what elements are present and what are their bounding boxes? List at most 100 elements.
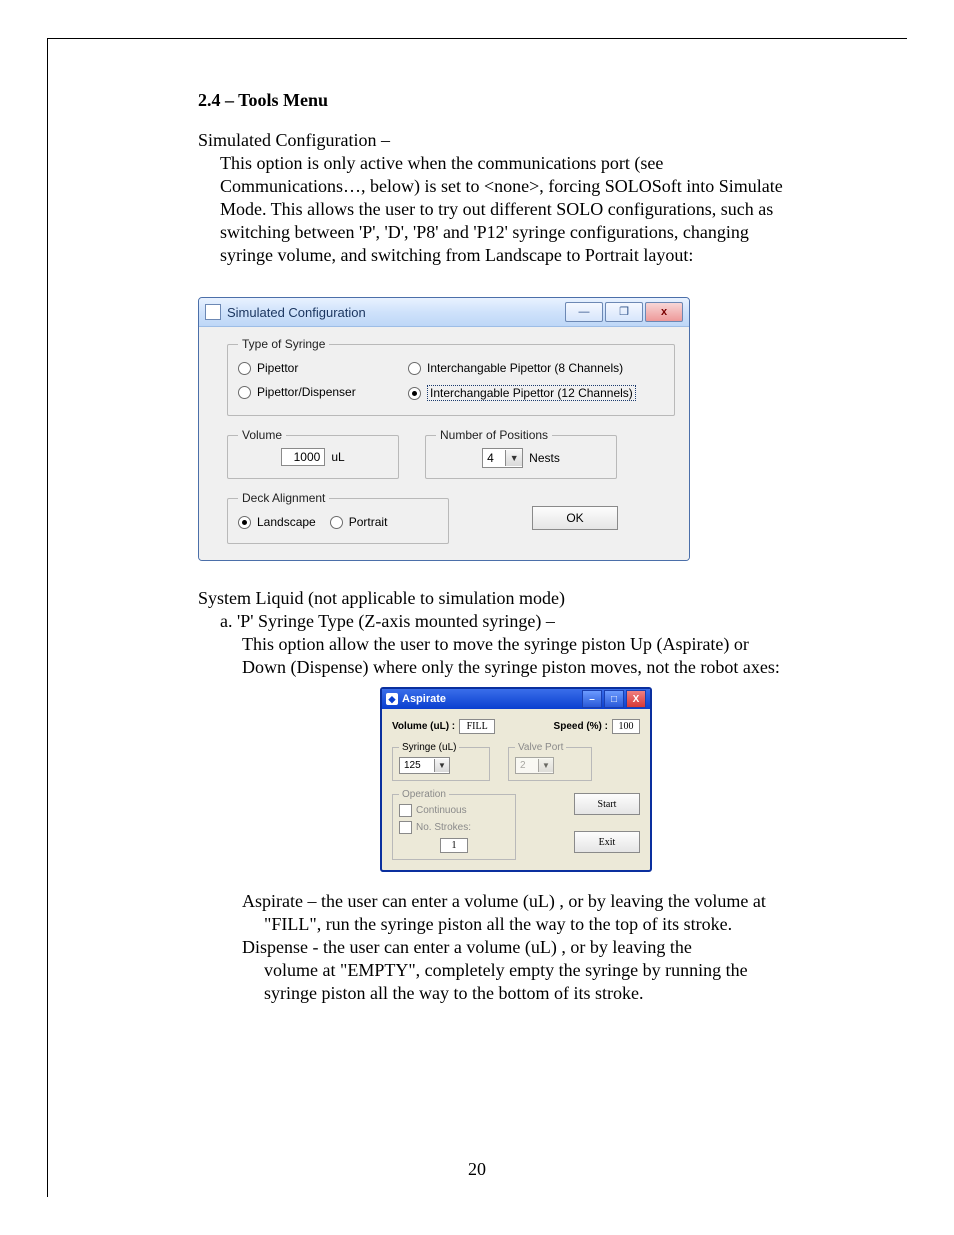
radio-label: Pipettor [257, 361, 298, 375]
minimize-icon: — [579, 307, 590, 318]
window-titlebar[interactable]: Simulated Configuration — ❐ x [199, 298, 689, 327]
valve-port-select: 2 ▼ [515, 757, 554, 774]
paragraph-aspirate-dispense: Aspirate – the user can enter a volume (… [242, 890, 832, 1005]
window-close-button[interactable]: x [645, 302, 683, 322]
text-line: Mode. This allows the user to try out di… [220, 198, 834, 221]
aspirate-window: ◆ Aspirate – □ X Volume (uL) : Speed (%)… [380, 687, 652, 872]
text-line: This option is only active when the comm… [220, 152, 834, 175]
strokes-input[interactable] [440, 838, 468, 853]
chevron-down-icon: ▼ [538, 759, 553, 772]
checkbox-label: No. Strokes: [416, 822, 471, 833]
positions-group: Number of Positions 4 ▼ Nests [425, 428, 617, 479]
speed-label: Speed (%) : [554, 721, 608, 732]
group-legend: Valve Port [515, 742, 566, 753]
close-icon: X [633, 694, 640, 705]
speed-input[interactable] [612, 719, 640, 734]
valve-port-group: Valve Port 2 ▼ [508, 742, 592, 781]
group-legend: Type of Syringe [238, 337, 329, 351]
radio-icon [238, 362, 251, 375]
text-line: syringe piston all the way to the bottom… [264, 982, 832, 1005]
page-top-rule [47, 38, 907, 39]
radio-icon [238, 386, 251, 399]
close-icon: x [661, 307, 667, 318]
simulated-configuration-window: Simulated Configuration — ❐ x Type of Sy… [198, 297, 690, 561]
radio-icon [408, 362, 421, 375]
radio-interchangeable-12[interactable]: Interchangable Pipettor (12 Channels) [408, 385, 664, 401]
radio-icon [238, 516, 251, 529]
window-maximize-button[interactable]: □ [604, 690, 624, 708]
continuous-checkbox: Continuous [399, 804, 509, 817]
syringe-select[interactable]: 125 ▼ [399, 757, 450, 774]
maximize-icon: ❐ [619, 307, 629, 318]
operation-group: Operation Continuous No. Strokes: [392, 789, 516, 860]
chevron-down-icon: ▼ [434, 759, 449, 772]
volume-label: Volume (uL) : [392, 721, 455, 732]
type-of-syringe-group: Type of Syringe Pipettor Pipettor/Dispen… [227, 337, 675, 416]
paragraph-system-liquid: System Liquid (not applicable to simulat… [198, 587, 834, 679]
syringe-group: Syringe (uL) 125 ▼ [392, 742, 490, 781]
text-line: "FILL", run the syringe piston all the w… [264, 913, 832, 936]
radio-landscape[interactable]: Landscape [238, 515, 316, 529]
radio-portrait[interactable]: Portrait [330, 515, 388, 529]
radio-icon [408, 387, 421, 400]
select-value: 125 [400, 760, 434, 771]
positions-unit: Nests [529, 451, 560, 465]
positions-select[interactable]: 4 ▼ [482, 448, 523, 468]
chevron-down-icon: ▼ [505, 450, 522, 466]
radio-label: Pipettor/Dispenser [257, 385, 356, 399]
text-line: syringe volume, and switching from Lands… [220, 244, 834, 267]
checkbox-icon [399, 804, 412, 817]
window-titlebar[interactable]: ◆ Aspirate – □ X [382, 689, 650, 709]
start-button[interactable]: Start [574, 793, 640, 815]
radio-label: Landscape [257, 515, 316, 529]
ok-button[interactable]: OK [532, 506, 618, 530]
radio-label: Portrait [349, 515, 388, 529]
exit-button[interactable]: Exit [574, 831, 640, 853]
volume-unit: uL [331, 450, 344, 464]
volume-input[interactable] [281, 448, 325, 466]
window-minimize-button[interactable]: – [582, 690, 602, 708]
window-minimize-button[interactable]: — [565, 302, 603, 322]
text-line: Simulated Configuration – [198, 129, 834, 152]
window-title: Aspirate [402, 693, 580, 705]
text-line: System Liquid (not applicable to simulat… [198, 587, 834, 610]
volume-group: Volume uL [227, 428, 399, 479]
section-heading: 2.4 – Tools Menu [198, 90, 834, 111]
text-line: Communications…, below) is set to <none>… [220, 175, 834, 198]
text-line: Aspirate – the user can enter a volume (… [242, 890, 832, 913]
radio-icon [330, 516, 343, 529]
page-left-rule [47, 38, 48, 1197]
no-strokes-row: No. Strokes: [399, 821, 509, 834]
radio-label: Interchangable Pipettor (8 Channels) [427, 361, 623, 375]
group-legend: Number of Positions [436, 428, 552, 442]
select-value: 4 [483, 451, 505, 465]
minimize-icon: – [589, 694, 595, 705]
window-maximize-button[interactable]: ❐ [605, 302, 643, 322]
radio-interchangeable-8[interactable]: Interchangable Pipettor (8 Channels) [408, 361, 664, 375]
text-line: switching between 'P', 'D', 'P8' and 'P1… [220, 221, 834, 244]
paragraph-sim-config: Simulated Configuration – This option is… [198, 129, 834, 267]
page-number: 20 [0, 1159, 954, 1180]
app-icon: ◆ [386, 693, 398, 705]
text-line: a. 'P' Syringe Type (Z-axis mounted syri… [220, 610, 834, 633]
maximize-icon: □ [611, 694, 617, 705]
group-legend: Deck Alignment [238, 491, 329, 505]
window-title: Simulated Configuration [227, 305, 565, 320]
text-line: Dispense - the user can enter a volume (… [242, 936, 832, 959]
window-close-button[interactable]: X [626, 690, 646, 708]
group-legend: Syringe (uL) [399, 742, 459, 753]
checkbox-label: Continuous [416, 805, 467, 816]
text-line: volume at "EMPTY", completely empty the … [264, 959, 832, 982]
app-icon [205, 304, 221, 320]
radio-label: Interchangable Pipettor (12 Channels) [427, 385, 636, 401]
select-value: 2 [516, 760, 538, 771]
deck-alignment-group: Deck Alignment Landscape Portrait [227, 491, 449, 544]
text-line: This option allow the user to move the s… [242, 633, 834, 656]
radio-pipettor-dispenser[interactable]: Pipettor/Dispenser [238, 385, 408, 399]
group-legend: Volume [238, 428, 286, 442]
volume-input[interactable] [459, 719, 495, 734]
checkbox-icon [399, 821, 412, 834]
group-legend: Operation [399, 789, 449, 800]
text-line: Down (Dispense) where only the syringe p… [242, 656, 834, 679]
radio-pipettor[interactable]: Pipettor [238, 361, 408, 375]
